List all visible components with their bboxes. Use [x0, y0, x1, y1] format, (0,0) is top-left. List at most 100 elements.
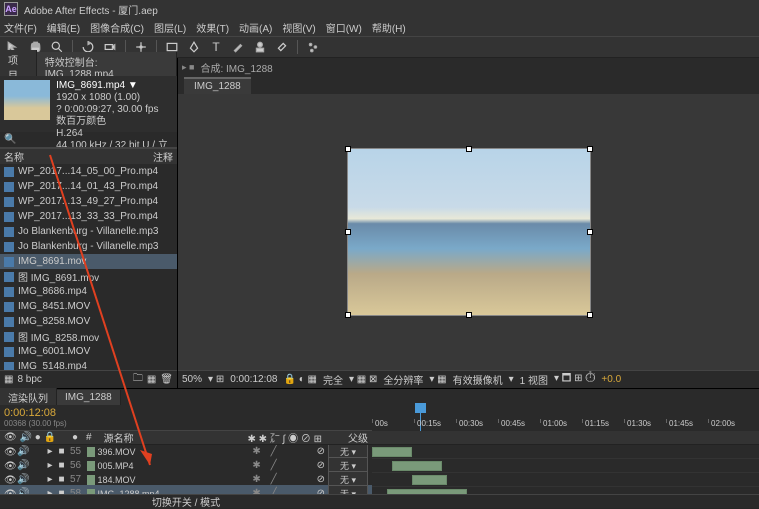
color-swatch[interactable]	[87, 461, 95, 471]
project-item[interactable]: WP_2017...14_01_43_Pro.mp4	[0, 179, 177, 194]
handle-icon[interactable]	[466, 146, 472, 152]
bpc-toggle[interactable]: 8 bpc	[17, 374, 41, 385]
menu-effect[interactable]: 效果(T)	[196, 20, 229, 35]
col-name[interactable]: 名称	[4, 149, 24, 164]
puppet-tool-icon[interactable]	[304, 38, 322, 56]
layer-list[interactable]: 👁🔊▸■55396.MOV✱╱⊘无 ▾👁🔊▸■56005.MP4✱╱⊘无 ▾👁🔊…	[0, 445, 759, 494]
eye-icon[interactable]: 👁	[4, 475, 14, 485]
handle-icon[interactable]	[345, 146, 351, 152]
trash-icon[interactable]: 🗑	[160, 374, 173, 385]
file-icon	[4, 212, 14, 222]
res-mode[interactable]: 完全	[323, 372, 343, 387]
col-parent[interactable]: 父级	[348, 430, 368, 445]
menu-window[interactable]: 窗口(W)	[326, 20, 362, 35]
eye-icon[interactable]: 👁	[4, 461, 14, 471]
tab-comp-timeline[interactable]: IMG_1288	[57, 390, 121, 405]
handle-icon[interactable]	[587, 229, 593, 235]
menu-composition[interactable]: 图像合成(C)	[90, 20, 144, 35]
comp-tab[interactable]: IMG_1288	[184, 77, 251, 94]
project-item[interactable]: Jo Blankenburg - Villanelle.mp3	[0, 239, 177, 254]
view-count[interactable]: 1 视图	[520, 372, 548, 387]
menu-help[interactable]: 帮助(H)	[372, 20, 406, 35]
search-icon[interactable]: 🔍	[4, 134, 16, 145]
project-item[interactable]: IMG_8451.MOV	[0, 299, 177, 314]
zoom-level[interactable]: 50%	[182, 374, 202, 385]
project-item[interactable]: 图 IMG_8691.mov	[0, 269, 177, 284]
project-item[interactable]: IMG_8258.MOV	[0, 314, 177, 329]
layer-row[interactable]: 👁🔊▸■58IMG_1288.mp4✱╱⊘无 ▾	[0, 485, 372, 494]
layer-name[interactable]: 396.MOV	[98, 447, 247, 457]
speaker-icon[interactable]: 🔊	[17, 474, 29, 485]
menu-animation[interactable]: 动画(A)	[239, 20, 272, 35]
project-item[interactable]: IMG_8686.mp4	[0, 284, 177, 299]
layer-track[interactable]	[372, 487, 759, 494]
project-item[interactable]: WP_2017...14_05_00_Pro.mp4	[0, 164, 177, 179]
new-comp-icon[interactable]: ▦	[147, 374, 156, 385]
project-item[interactable]: WP_2017...13_49_27_Pro.mp4	[0, 194, 177, 209]
handle-icon[interactable]	[466, 312, 472, 318]
tab-render[interactable]: 渲染队列	[0, 388, 57, 407]
clip[interactable]	[392, 461, 442, 471]
timeline-timecode[interactable]: 0:00:12:08	[4, 407, 368, 419]
color-swatch[interactable]	[87, 475, 95, 485]
col-source[interactable]: 源名称	[104, 430, 134, 445]
layer-name[interactable]: 005.MP4	[98, 461, 247, 471]
folder-icon[interactable]: 🗀	[133, 371, 143, 388]
parent-dropdown[interactable]: 无 ▾	[328, 485, 368, 494]
text-tool-icon[interactable]: T	[207, 38, 225, 56]
comp-header: 合成: IMG_1288	[200, 60, 272, 75]
canvas[interactable]	[347, 148, 591, 316]
menu-layer[interactable]: 图层(L)	[154, 20, 186, 35]
viewer-timecode[interactable]: 0:00:12:08	[230, 374, 277, 385]
layer-track[interactable]	[372, 445, 759, 459]
project-list[interactable]: WP_2017...14_05_00_Pro.mp4WP_2017...14_0…	[0, 164, 177, 370]
project-item[interactable]: WP_2017...13_33_33_Pro.mp4	[0, 209, 177, 224]
project-item[interactable]: 图 IMG_8258.mov	[0, 329, 177, 344]
speaker-icon[interactable]: 🔊	[17, 460, 29, 471]
project-item[interactable]: IMG_8691.mov	[0, 254, 177, 269]
parent-link-icon[interactable]: ⊘	[317, 446, 325, 457]
file-name: WP_2017...13_49_27_Pro.mp4	[18, 196, 158, 207]
handle-icon[interactable]	[345, 229, 351, 235]
solo-icon[interactable]: ■	[58, 446, 64, 457]
asset-name: IMG_8691.mp4 ▼	[56, 80, 173, 92]
solo-icon[interactable]: ■	[58, 460, 64, 471]
project-item[interactable]: IMG_6001.MOV	[0, 344, 177, 359]
speaker-icon[interactable]: 🔊	[17, 446, 29, 457]
playhead-icon[interactable]	[415, 403, 426, 413]
project-item[interactable]: Jo Blankenburg - Villanelle.mp3	[0, 224, 177, 239]
handle-icon[interactable]	[587, 312, 593, 318]
clip[interactable]	[387, 489, 467, 494]
clip[interactable]	[372, 447, 412, 457]
menu-edit[interactable]: 编辑(E)	[47, 20, 80, 35]
interpret-icon[interactable]: ▦	[4, 374, 13, 385]
menu-file[interactable]: 文件(F)	[4, 20, 37, 35]
brush-tool-icon[interactable]	[229, 38, 247, 56]
camera-sel[interactable]: 有效摄像机	[453, 372, 503, 387]
handle-icon[interactable]	[345, 312, 351, 318]
viewer[interactable]	[178, 94, 759, 370]
layer-track[interactable]	[372, 473, 759, 487]
menu-view[interactable]: 视图(V)	[282, 20, 315, 35]
pen-tool-icon[interactable]	[185, 38, 203, 56]
toggle-switches[interactable]: 切换开关 / 模式	[152, 494, 220, 509]
file-name: IMG_8451.MOV	[18, 301, 90, 312]
layer-index: 55	[68, 446, 84, 457]
solo-icon[interactable]: ■	[58, 474, 64, 485]
handle-icon[interactable]	[587, 146, 593, 152]
stamp-tool-icon[interactable]	[251, 38, 269, 56]
col-type[interactable]: 注释	[153, 149, 173, 164]
time-ruler[interactable]: 00s00:15s00:30s00:45s01:00s01:15s01:30s0…	[372, 405, 759, 431]
res-full[interactable]: 全分辨率	[383, 372, 423, 387]
clip[interactable]	[412, 475, 447, 485]
exposure[interactable]: +0.0	[601, 374, 621, 385]
project-item[interactable]: IMG_5148.mp4	[0, 359, 177, 370]
parent-link-icon[interactable]: ⊘	[317, 460, 325, 471]
parent-link-icon[interactable]: ⊘	[317, 474, 325, 485]
eye-icon[interactable]: 👁	[4, 447, 14, 457]
color-swatch[interactable]	[87, 447, 95, 457]
eraser-tool-icon[interactable]	[273, 38, 291, 56]
layer-track[interactable]	[372, 459, 759, 473]
file-icon	[4, 302, 14, 312]
layer-name[interactable]: 184.MOV	[98, 475, 247, 485]
